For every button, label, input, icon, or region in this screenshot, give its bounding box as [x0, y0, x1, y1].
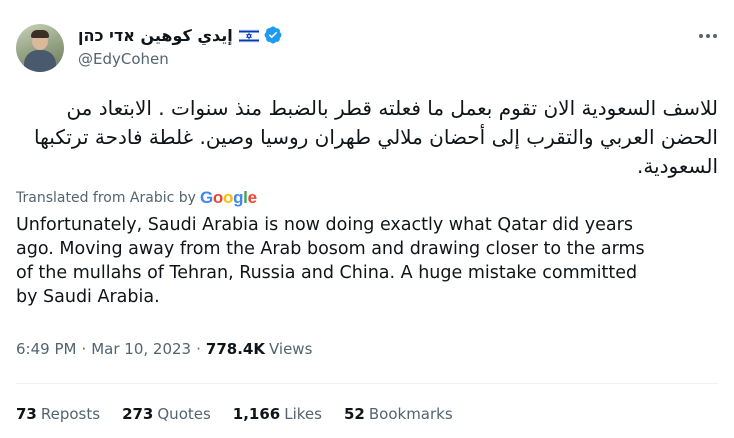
google-logo: Google [199, 188, 257, 207]
tweet-detail: إيدي كوهين אדי כהן @EdyCohen للاسف السعو… [0, 0, 734, 438]
israel-flag-icon [238, 28, 260, 44]
quotes-label: Quotes [157, 405, 211, 423]
author-name-row: إيدي كوهين אדי כהן [78, 24, 283, 46]
divider [16, 383, 718, 384]
meta-separator: · [81, 340, 87, 358]
tweet-original-text: للاسف السعودية الان تقوم بعمل ما فعلته ق… [16, 94, 718, 181]
translation-line: of the mullahs of Tehran, Russia and Chi… [16, 263, 638, 283]
engagement-stats: 73 Reposts 273 Quotes 1,166 Likes 52 Boo… [16, 405, 475, 423]
translation-line: ago. Moving away from the Arab bosom and… [16, 239, 645, 259]
translated-label: Translated from Arabic by [16, 190, 196, 206]
original-text-line: للاسف السعودية الان تقوم بعمل ما فعلته ق… [66, 96, 718, 120]
author-handle[interactable]: @EdyCohen [78, 50, 169, 68]
likes-count: 1,166 [232, 405, 281, 423]
likes-label: Likes [284, 405, 322, 423]
quotes-count: 273 [122, 405, 154, 423]
more-options-icon[interactable] [696, 26, 720, 46]
verified-badge-icon [263, 25, 283, 45]
tweet-date[interactable]: Mar 10, 2023 [91, 340, 191, 358]
tweet-translation-text: Unfortunately, Saudi Arabia is now doing… [16, 213, 726, 309]
meta-separator: · [196, 340, 201, 358]
translation-attribution[interactable]: Translated from Arabic by Google [16, 188, 257, 208]
translation-line: Unfortunately, Saudi Arabia is now doing… [16, 215, 633, 235]
views-label: Views [268, 340, 313, 358]
reposts-label: Reposts [40, 405, 101, 423]
original-text-line: السعودية. [636, 154, 718, 178]
bookmarks-label: Bookmarks [368, 405, 453, 423]
tweet-meta: 6:49 PM · Mar 10, 2023 · 778.4K Views [16, 340, 312, 358]
bookmarks-count: 52 [343, 405, 365, 423]
views-count: 778.4K [205, 340, 265, 358]
likes-stat[interactable]: 1,166 Likes [233, 405, 322, 423]
original-text-line: الحضن العربي والتقرب إلى أحضان ملالي طهر… [33, 125, 718, 149]
bookmarks-stat[interactable]: 52 Bookmarks [344, 405, 453, 423]
tweet-time[interactable]: 6:49 PM [16, 340, 76, 358]
avatar[interactable] [16, 24, 64, 72]
translation-line: by Saudi Arabia. [16, 287, 160, 307]
quotes-stat[interactable]: 273 Quotes [122, 405, 211, 423]
reposts-count: 73 [16, 405, 37, 423]
reposts-stat[interactable]: 73 Reposts [16, 405, 100, 423]
author-display-name[interactable]: إيدي كوهين אדי כהן [78, 26, 233, 45]
